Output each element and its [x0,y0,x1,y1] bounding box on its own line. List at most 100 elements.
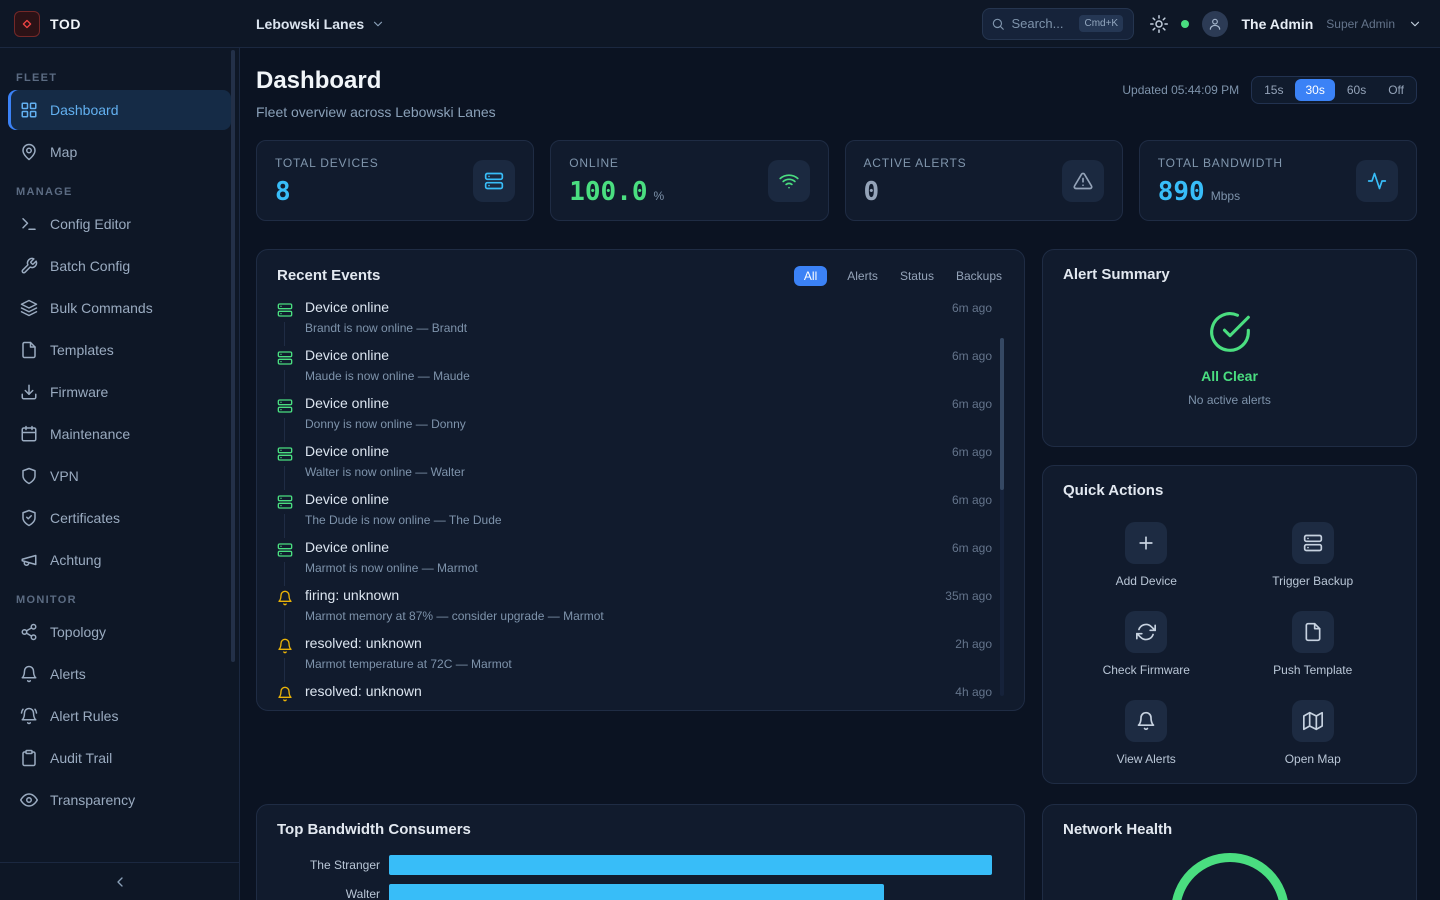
sidebar-item-vpn[interactable]: VPN [8,456,231,496]
event-row[interactable]: Device online6m ago Donny is now online … [277,390,1004,438]
event-title: Device online [305,443,389,460]
event-title: Device online [305,299,389,316]
nav-section-manage: MANAGE [16,186,223,198]
plus-icon [1125,522,1167,564]
sidebar-item-firmware[interactable]: Firmware [8,372,231,412]
event-detail: The Dude is now online — The Dude [305,513,992,527]
refresh-15s-button[interactable]: 15s [1254,79,1293,101]
stat-card-active-alerts: ACTIVE ALERTS 0 [845,140,1123,221]
event-row[interactable]: firing: unknown35m ago Marmot memory at … [277,582,1004,630]
sidebar-item-audit-trail[interactable]: Audit Trail [8,738,231,778]
bandwidth-bar-row: Walter [277,884,1004,900]
event-row[interactable]: resolved: unknown4h ago [277,678,1004,704]
file-icon [1292,611,1334,653]
sidebar-collapse-button[interactable] [0,862,239,900]
bandwidth-bar [389,855,992,875]
search-shortcut-badge: Cmd+K [1079,15,1123,32]
event-detail: Donny is now online — Donny [305,417,992,431]
sidebar-item-templates[interactable]: Templates [8,330,231,370]
search-input[interactable] [1011,16,1073,31]
event-title: firing: unknown [305,587,399,604]
wrench-icon [20,257,38,275]
event-row[interactable]: Device online6m ago Maude is now online … [277,342,1004,390]
server-icon [277,350,293,366]
quick-action-push-template[interactable]: Push Template [1230,611,1397,677]
server-icon [473,160,515,202]
check-circle-icon [1208,310,1252,354]
events-tab-status[interactable]: Status [898,266,936,286]
sidebar: FLEET Dashboard Map MANAGE Config Editor… [0,48,240,900]
event-row[interactable]: resolved: unknown2h ago Marmot temperatu… [277,630,1004,678]
stat-suffix: Mbps [1211,189,1240,203]
refresh-30s-button[interactable]: 30s [1295,79,1334,101]
app-root: TOD Lebowski Lanes Cmd+K The Admin [0,0,1440,900]
network-health-panel: Network Health [1042,804,1417,900]
bell-icon [20,665,38,683]
event-detail: Marmot is now online — Marmot [305,561,992,575]
event-time: 6m ago [952,397,992,411]
sidebar-item-alert-rules[interactable]: Alert Rules [8,696,231,736]
user-menu-button[interactable] [1408,17,1422,31]
sidebar-item-maintenance[interactable]: Maintenance [8,414,231,454]
event-row[interactable]: Device online6m ago Brandt is now online… [277,294,1004,342]
event-detail: Marmot memory at 87% — consider upgrade … [305,609,992,623]
stat-cards: TOTAL DEVICES 8 ONLINE 100.0 % [256,140,1417,221]
theme-toggle-button[interactable] [1150,15,1168,33]
events-tab-all[interactable]: All [794,266,827,286]
events-tab-backups[interactable]: Backups [954,266,1004,286]
event-title: Device online [305,539,389,556]
events-tab-alerts[interactable]: Alerts [845,266,880,286]
calendar-icon [20,425,38,443]
sidebar-item-label: Transparency [50,792,135,808]
topbar: TOD Lebowski Lanes Cmd+K The Admin [0,0,1440,48]
dashboard-grid-icon [20,101,38,119]
network-icon [20,623,38,641]
sidebar-scrollbar[interactable] [231,50,235,662]
event-time: 6m ago [952,301,992,315]
server-icon [277,494,293,510]
stat-label: TOTAL BANDWIDTH [1158,156,1283,170]
global-search[interactable]: Cmd+K [982,8,1134,40]
quick-action-trigger-backup[interactable]: Trigger Backup [1230,522,1397,588]
event-time: 4h ago [955,685,992,699]
bandwidth-bar [389,884,884,900]
sidebar-item-achtung[interactable]: Achtung [8,540,231,580]
refresh-60s-button[interactable]: 60s [1337,79,1376,101]
sidebar-item-alerts[interactable]: Alerts [8,654,231,694]
download-icon [20,383,38,401]
stat-value: 0 [864,178,880,206]
sidebar-item-bulk-commands[interactable]: Bulk Commands [8,288,231,328]
quick-action-add-device[interactable]: Add Device [1063,522,1230,588]
activity-icon [1356,160,1398,202]
event-row[interactable]: Device online6m ago The Dude is now onli… [277,486,1004,534]
sidebar-item-label: VPN [50,468,79,484]
event-detail: Maude is now online — Maude [305,369,992,383]
bandwidth-panel: Top Bandwidth Consumers The Stranger Wal… [256,804,1025,900]
sidebar-item-map[interactable]: Map [8,132,231,172]
org-selector[interactable]: Lebowski Lanes [256,16,385,32]
page-title: Dashboard [256,66,496,95]
sidebar-item-dashboard[interactable]: Dashboard [8,90,231,130]
refresh-off-button[interactable]: Off [1378,79,1414,101]
alert-status-text: All Clear [1201,368,1258,384]
quick-action-view-alerts[interactable]: View Alerts [1063,700,1230,766]
quick-action-open-map[interactable]: Open Map [1230,700,1397,766]
recent-events-title: Recent Events [277,267,380,285]
sidebar-item-transparency[interactable]: Transparency [8,780,231,820]
user-avatar[interactable] [1202,11,1228,37]
quick-action-check-firmware[interactable]: Check Firmware [1063,611,1230,677]
sidebar-item-topology[interactable]: Topology [8,612,231,652]
sidebar-item-certificates[interactable]: Certificates [8,498,231,538]
event-time: 6m ago [952,493,992,507]
sidebar-item-batch-config[interactable]: Batch Config [8,246,231,286]
event-row[interactable]: Device online6m ago Marmot is now online… [277,534,1004,582]
stat-card-online: ONLINE 100.0 % [550,140,828,221]
sidebar-item-config-editor[interactable]: Config Editor [8,204,231,244]
stat-label: ONLINE [569,156,664,170]
nav-section-fleet: FLEET [16,72,223,84]
event-row[interactable]: Device online6m ago Walter is now online… [277,438,1004,486]
bandwidth-bar-row: The Stranger [277,855,1004,875]
clipboard-icon [20,749,38,767]
server-icon [277,398,293,414]
events-scrollbar-thumb[interactable] [1000,338,1004,490]
